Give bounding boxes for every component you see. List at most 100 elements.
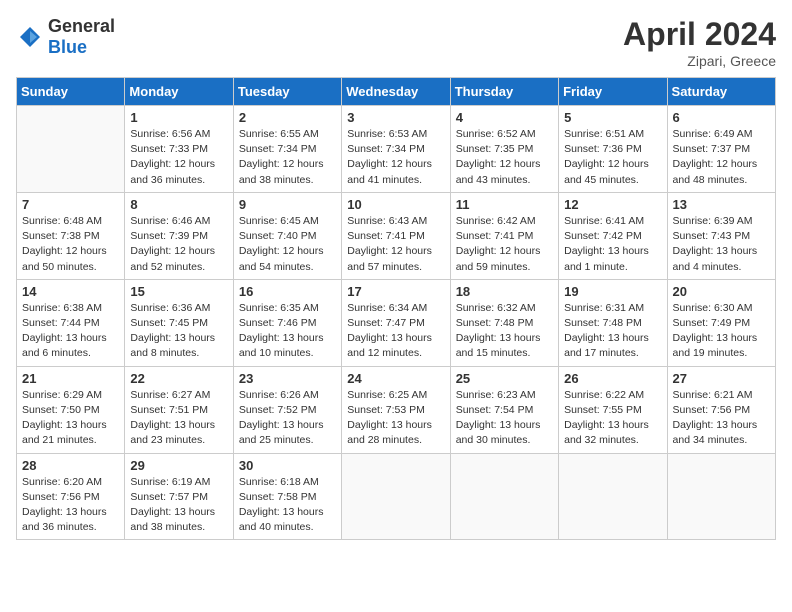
day-number: 20	[673, 284, 770, 299]
day-info: Sunrise: 6:53 AMSunset: 7:34 PMDaylight:…	[347, 127, 444, 188]
day-number: 19	[564, 284, 661, 299]
day-info: Sunrise: 6:38 AMSunset: 7:44 PMDaylight:…	[22, 301, 119, 362]
month-title: April 2024	[623, 16, 776, 53]
day-info: Sunrise: 6:42 AMSunset: 7:41 PMDaylight:…	[456, 214, 553, 275]
day-number: 9	[239, 197, 336, 212]
day-info: Sunrise: 6:48 AMSunset: 7:38 PMDaylight:…	[22, 214, 119, 275]
day-info: Sunrise: 6:32 AMSunset: 7:48 PMDaylight:…	[456, 301, 553, 362]
calendar-week-row: 21 Sunrise: 6:29 AMSunset: 7:50 PMDayligh…	[17, 366, 776, 453]
calendar-day-cell: 24Sunrise: 6:25 AMSunset: 7:53 PMDayligh…	[342, 366, 450, 453]
day-header-tuesday: Tuesday	[233, 78, 341, 106]
day-number: 28	[22, 458, 119, 473]
day-number: 10	[347, 197, 444, 212]
calendar-day-cell: 12 Sunrise: 6:41 AMSunset: 7:42 PMDayligh…	[559, 192, 667, 279]
day-info: Sunrise: 6:18 AMSunset: 7:58 PMDaylight:…	[239, 475, 336, 536]
calendar-day-cell: 6 Sunrise: 6:49 AMSunset: 7:37 PMDaylight…	[667, 106, 775, 193]
day-number: 22	[130, 371, 227, 386]
calendar-day-cell: 14 Sunrise: 6:38 AMSunset: 7:44 PMDayligh…	[17, 279, 125, 366]
calendar-week-row: 7 Sunrise: 6:48 AMSunset: 7:38 PMDaylight…	[17, 192, 776, 279]
calendar-day-cell: 29Sunrise: 6:19 AMSunset: 7:57 PMDayligh…	[125, 453, 233, 540]
day-info: Sunrise: 6:46 AMSunset: 7:39 PMDaylight:…	[130, 214, 227, 275]
calendar-week-row: 28Sunrise: 6:20 AMSunset: 7:56 PMDayligh…	[17, 453, 776, 540]
calendar-day-cell: 20 Sunrise: 6:30 AMSunset: 7:49 PMDayligh…	[667, 279, 775, 366]
logo-general: General	[48, 16, 115, 36]
day-header-friday: Friday	[559, 78, 667, 106]
day-number: 6	[673, 110, 770, 125]
day-info: Sunrise: 6:49 AMSunset: 7:37 PMDaylight:…	[673, 127, 770, 188]
calendar-day-cell: 26 Sunrise: 6:22 AMSunset: 7:55 PMDayligh…	[559, 366, 667, 453]
day-number: 1	[130, 110, 227, 125]
day-number: 21	[22, 371, 119, 386]
calendar-day-cell: 9 Sunrise: 6:45 AMSunset: 7:40 PMDaylight…	[233, 192, 341, 279]
day-info: Sunrise: 6:39 AMSunset: 7:43 PMDaylight:…	[673, 214, 770, 275]
day-info: Sunrise: 6:22 AMSunset: 7:55 PMDaylight:…	[564, 388, 661, 449]
calendar-day-cell: 23 Sunrise: 6:26 AMSunset: 7:52 PMDayligh…	[233, 366, 341, 453]
calendar-day-cell	[450, 453, 558, 540]
day-info: Sunrise: 6:31 AMSunset: 7:48 PMDaylight:…	[564, 301, 661, 362]
calendar-day-cell: 5Sunrise: 6:51 AMSunset: 7:36 PMDaylight…	[559, 106, 667, 193]
calendar-day-cell	[667, 453, 775, 540]
calendar-day-cell: 13 Sunrise: 6:39 AMSunset: 7:43 PMDayligh…	[667, 192, 775, 279]
day-number: 24	[347, 371, 444, 386]
day-number: 2	[239, 110, 336, 125]
day-info: Sunrise: 6:55 AMSunset: 7:34 PMDaylight:…	[239, 127, 336, 188]
day-number: 30	[239, 458, 336, 473]
day-number: 7	[22, 197, 119, 212]
day-info: Sunrise: 6:45 AMSunset: 7:40 PMDaylight:…	[239, 214, 336, 275]
day-info: Sunrise: 6:26 AMSunset: 7:52 PMDaylight:…	[239, 388, 336, 449]
calendar-header-row: SundayMondayTuesdayWednesdayThursdayFrid…	[17, 78, 776, 106]
day-number: 27	[673, 371, 770, 386]
day-info: Sunrise: 6:52 AMSunset: 7:35 PMDaylight:…	[456, 127, 553, 188]
calendar: SundayMondayTuesdayWednesdayThursdayFrid…	[16, 77, 776, 540]
day-number: 15	[130, 284, 227, 299]
calendar-day-cell: 25 Sunrise: 6:23 AMSunset: 7:54 PMDayligh…	[450, 366, 558, 453]
day-header-saturday: Saturday	[667, 78, 775, 106]
day-info: Sunrise: 6:35 AMSunset: 7:46 PMDaylight:…	[239, 301, 336, 362]
day-info: Sunrise: 6:30 AMSunset: 7:49 PMDaylight:…	[673, 301, 770, 362]
logo-icon	[16, 23, 44, 51]
calendar-day-cell: 17Sunrise: 6:34 AMSunset: 7:47 PMDayligh…	[342, 279, 450, 366]
day-info: Sunrise: 6:29 AMSunset: 7:50 PMDaylight:…	[22, 388, 119, 449]
day-info: Sunrise: 6:56 AMSunset: 7:33 PMDaylight:…	[130, 127, 227, 188]
day-info: Sunrise: 6:21 AMSunset: 7:56 PMDaylight:…	[673, 388, 770, 449]
day-info: Sunrise: 6:43 AMSunset: 7:41 PMDaylight:…	[347, 214, 444, 275]
calendar-day-cell: 8Sunrise: 6:46 AMSunset: 7:39 PMDaylight…	[125, 192, 233, 279]
calendar-day-cell: 16 Sunrise: 6:35 AMSunset: 7:46 PMDayligh…	[233, 279, 341, 366]
day-header-thursday: Thursday	[450, 78, 558, 106]
calendar-day-cell: 19 Sunrise: 6:31 AMSunset: 7:48 PMDayligh…	[559, 279, 667, 366]
calendar-day-cell	[559, 453, 667, 540]
calendar-day-cell: 30 Sunrise: 6:18 AMSunset: 7:58 PMDayligh…	[233, 453, 341, 540]
day-header-monday: Monday	[125, 78, 233, 106]
day-header-sunday: Sunday	[17, 78, 125, 106]
day-number: 23	[239, 371, 336, 386]
calendar-day-cell: 22Sunrise: 6:27 AMSunset: 7:51 PMDayligh…	[125, 366, 233, 453]
calendar-day-cell: 27 Sunrise: 6:21 AMSunset: 7:56 PMDayligh…	[667, 366, 775, 453]
calendar-day-cell: 18 Sunrise: 6:32 AMSunset: 7:48 PMDayligh…	[450, 279, 558, 366]
day-number: 14	[22, 284, 119, 299]
day-number: 12	[564, 197, 661, 212]
day-info: Sunrise: 6:23 AMSunset: 7:54 PMDaylight:…	[456, 388, 553, 449]
calendar-day-cell: 10 Sunrise: 6:43 AMSunset: 7:41 PMDayligh…	[342, 192, 450, 279]
calendar-day-cell	[342, 453, 450, 540]
day-number: 25	[456, 371, 553, 386]
calendar-week-row: 14 Sunrise: 6:38 AMSunset: 7:44 PMDayligh…	[17, 279, 776, 366]
calendar-day-cell: 11 Sunrise: 6:42 AMSunset: 7:41 PMDayligh…	[450, 192, 558, 279]
calendar-day-cell: 4Sunrise: 6:52 AMSunset: 7:35 PMDaylight…	[450, 106, 558, 193]
day-info: Sunrise: 6:19 AMSunset: 7:57 PMDaylight:…	[130, 475, 227, 536]
calendar-day-cell: 15Sunrise: 6:36 AMSunset: 7:45 PMDayligh…	[125, 279, 233, 366]
day-number: 5	[564, 110, 661, 125]
title-block: April 2024 Zipari, Greece	[623, 16, 776, 69]
logo: General Blue	[16, 16, 115, 58]
calendar-day-cell: 3 Sunrise: 6:53 AMSunset: 7:34 PMDaylight…	[342, 106, 450, 193]
day-info: Sunrise: 6:41 AMSunset: 7:42 PMDaylight:…	[564, 214, 661, 275]
day-number: 11	[456, 197, 553, 212]
day-number: 16	[239, 284, 336, 299]
calendar-day-cell: 21 Sunrise: 6:29 AMSunset: 7:50 PMDayligh…	[17, 366, 125, 453]
day-number: 3	[347, 110, 444, 125]
calendar-day-cell: 1 Sunrise: 6:56 AMSunset: 7:33 PMDaylight…	[125, 106, 233, 193]
day-number: 26	[564, 371, 661, 386]
calendar-week-row: 1 Sunrise: 6:56 AMSunset: 7:33 PMDaylight…	[17, 106, 776, 193]
day-number: 13	[673, 197, 770, 212]
calendar-day-cell: 7 Sunrise: 6:48 AMSunset: 7:38 PMDaylight…	[17, 192, 125, 279]
day-number: 18	[456, 284, 553, 299]
